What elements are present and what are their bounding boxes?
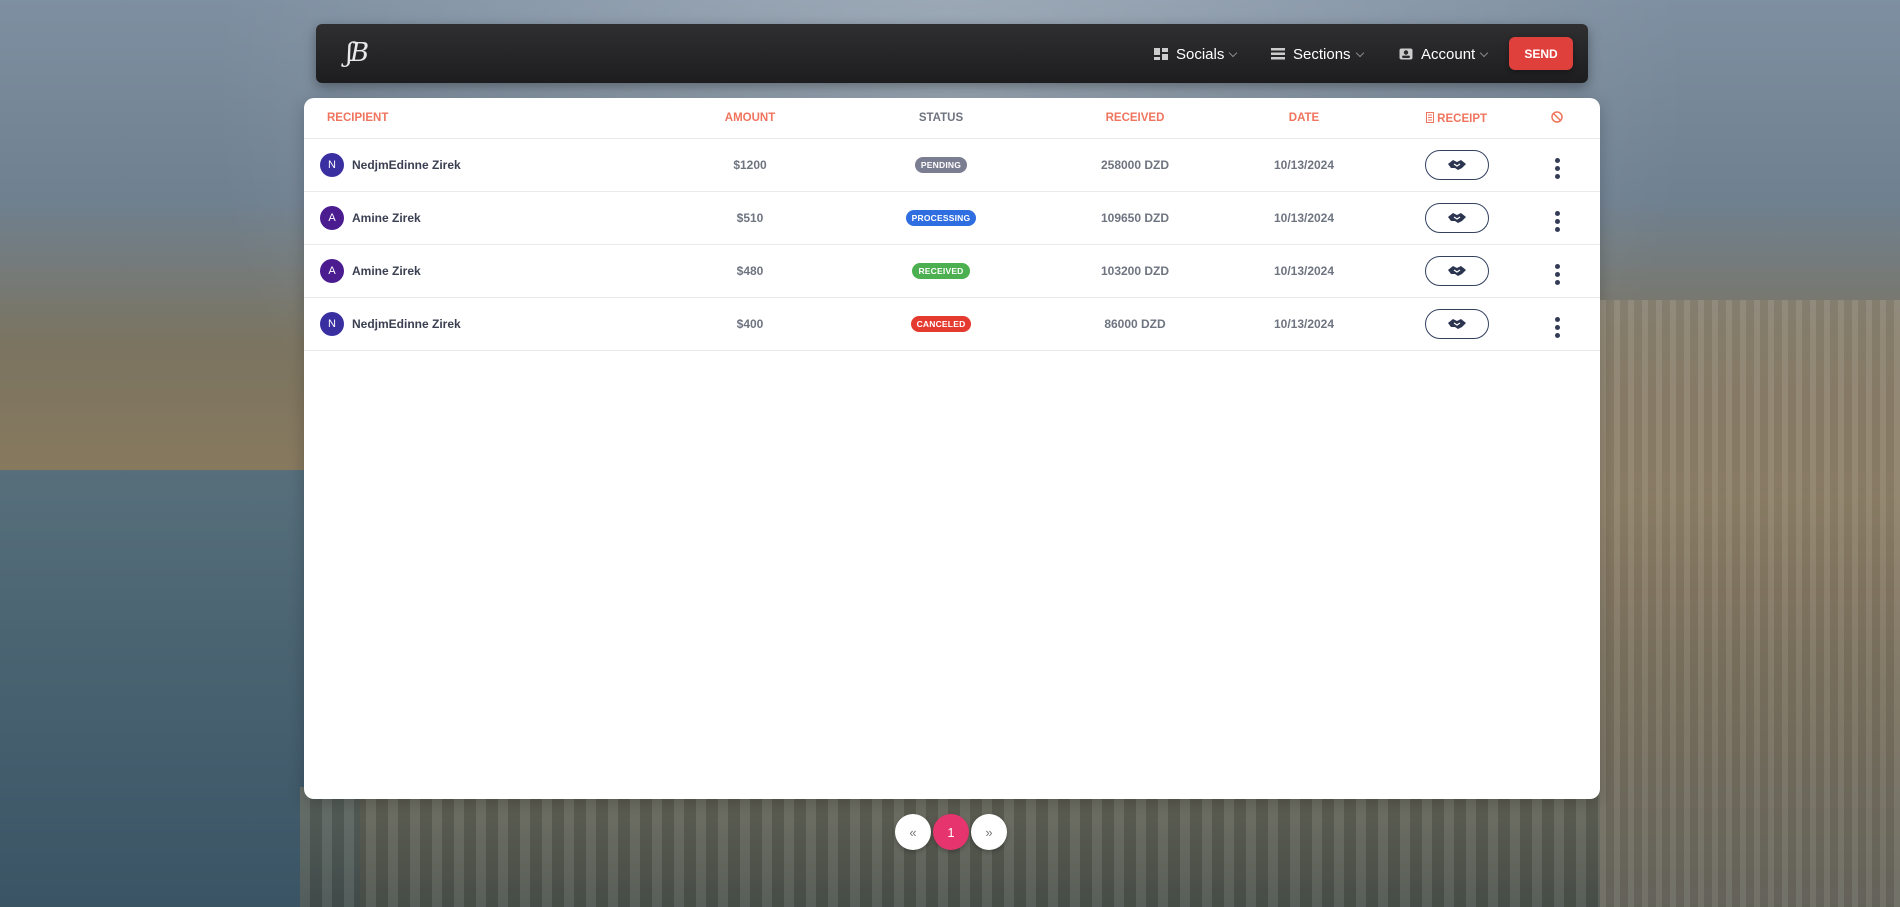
transactions-table: RECIPIENT AMOUNT STATUS RECEIVED DATE RE… [304, 98, 1600, 351]
recipient-cell: A Amine Zirek [304, 244, 679, 298]
amount-cell: $510 [679, 191, 821, 245]
menu-cell [1514, 244, 1600, 298]
status-cell: PENDING [821, 138, 1061, 192]
send-button[interactable]: SEND [1509, 37, 1573, 70]
nav-socials-label: Socials [1176, 45, 1225, 63]
avatar: N [320, 153, 344, 177]
status-cell: CANCELED [821, 297, 1061, 351]
chevron-down-icon [1229, 48, 1238, 57]
nav-account-label: Account [1421, 45, 1476, 63]
receipt-cell [1399, 138, 1514, 192]
block-icon [1551, 110, 1563, 123]
recipient-name: NedjmEdinne Zirek [352, 158, 461, 172]
nav-sections-label: Sections [1293, 45, 1351, 63]
header-amount[interactable]: AMOUNT [679, 98, 821, 139]
status-cell: PROCESSING [821, 191, 1061, 245]
table-row: A Amine Zirek $480 RECEIVED 103200 DZD 1… [304, 244, 1600, 298]
account-box-icon [1399, 48, 1413, 60]
header-received[interactable]: RECEIVED [1061, 98, 1209, 139]
logo[interactable]: ʃB [346, 36, 386, 70]
table-row: N NedjmEdinne Zirek $400 CANCELED 86000 … [304, 297, 1600, 351]
dashboard-icon [1154, 48, 1168, 60]
header-receipt-label: RECEIPT [1437, 112, 1488, 125]
recipient-name: NedjmEdinne Zirek [352, 317, 461, 331]
receipt-button[interactable] [1424, 203, 1489, 233]
prev-page-button[interactable]: « [895, 814, 931, 850]
amount-cell: $1200 [679, 138, 821, 192]
receipt-icon [1425, 111, 1434, 123]
status-badge: CANCELED [910, 316, 972, 332]
avatar: N [320, 312, 344, 336]
more-vert-icon[interactable] [1554, 157, 1560, 179]
more-vert-icon[interactable] [1554, 210, 1560, 232]
header-date[interactable]: DATE [1209, 98, 1399, 139]
menu-cell [1514, 138, 1600, 192]
recipient-name: Amine Zirek [352, 264, 421, 278]
recipient: N NedjmEdinne Zirek [304, 153, 679, 177]
date-cell: 10/13/2024 [1209, 244, 1399, 298]
receipt-cell [1399, 244, 1514, 298]
amount-cell: $400 [679, 297, 821, 351]
receipt-button[interactable] [1424, 309, 1489, 339]
menu-cell [1514, 191, 1600, 245]
menu-cell [1514, 297, 1600, 351]
header-status[interactable]: STATUS [821, 98, 1061, 139]
table-header-row: RECIPIENT AMOUNT STATUS RECEIVED DATE RE… [304, 98, 1600, 139]
background-image-city [1600, 300, 1900, 907]
recipient: N NedjmEdinne Zirek [304, 312, 679, 336]
chevron-down-icon [1479, 48, 1489, 57]
recipient-name: Amine Zirek [352, 211, 421, 225]
received-cell: 109650 DZD [1061, 191, 1209, 245]
nav-sections[interactable]: Sections [1271, 42, 1364, 66]
header-recipient[interactable]: RECIPIENT [304, 98, 679, 139]
received-cell: 103200 DZD [1061, 244, 1209, 298]
receipt-cell [1399, 297, 1514, 351]
top-navbar: ʃB Socials Sections Account SEND [316, 24, 1588, 83]
recipient-cell: A Amine Zirek [304, 191, 679, 245]
header-cancel[interactable] [1514, 98, 1600, 139]
more-vert-icon[interactable] [1554, 263, 1560, 285]
more-vert-icon[interactable] [1554, 316, 1560, 338]
status-badge: PROCESSING [905, 210, 977, 226]
recipient: A Amine Zirek [304, 259, 679, 283]
table-row: A Amine Zirek $510 PROCESSING 109650 DZD… [304, 191, 1600, 245]
amount-cell: $480 [679, 244, 821, 298]
date-cell: 10/13/2024 [1209, 191, 1399, 245]
handshake-icon [1447, 213, 1466, 223]
handshake-icon [1447, 266, 1466, 276]
pagination: « 1 » [895, 814, 1007, 850]
page-1-button[interactable]: 1 [933, 814, 969, 850]
list-icon [1271, 48, 1285, 60]
received-cell: 258000 DZD [1061, 138, 1209, 192]
recipient: A Amine Zirek [304, 206, 679, 230]
chevron-down-icon [1355, 48, 1364, 57]
status-badge: PENDING [914, 157, 968, 173]
header-receipt[interactable]: RECEIPT [1399, 98, 1514, 139]
receipt-button[interactable] [1424, 256, 1489, 286]
status-badge: RECEIVED [912, 263, 970, 279]
next-page-button[interactable]: » [971, 814, 1007, 850]
transactions-card: RECIPIENT AMOUNT STATUS RECEIVED DATE RE… [304, 98, 1600, 799]
nav-socials[interactable]: Socials [1154, 42, 1238, 66]
recipient-cell: N NedjmEdinne Zirek [304, 138, 679, 192]
receipt-button[interactable] [1424, 150, 1489, 180]
receipt-cell [1399, 191, 1514, 245]
handshake-icon [1447, 319, 1466, 329]
date-cell: 10/13/2024 [1209, 297, 1399, 351]
recipient-cell: N NedjmEdinne Zirek [304, 297, 679, 351]
avatar: A [320, 259, 344, 283]
avatar: A [320, 206, 344, 230]
status-cell: RECEIVED [821, 244, 1061, 298]
nav-account[interactable]: Account [1399, 42, 1489, 66]
handshake-icon [1447, 160, 1466, 170]
table-row: N NedjmEdinne Zirek $1200 PENDING 258000… [304, 138, 1600, 192]
date-cell: 10/13/2024 [1209, 138, 1399, 192]
received-cell: 86000 DZD [1061, 297, 1209, 351]
